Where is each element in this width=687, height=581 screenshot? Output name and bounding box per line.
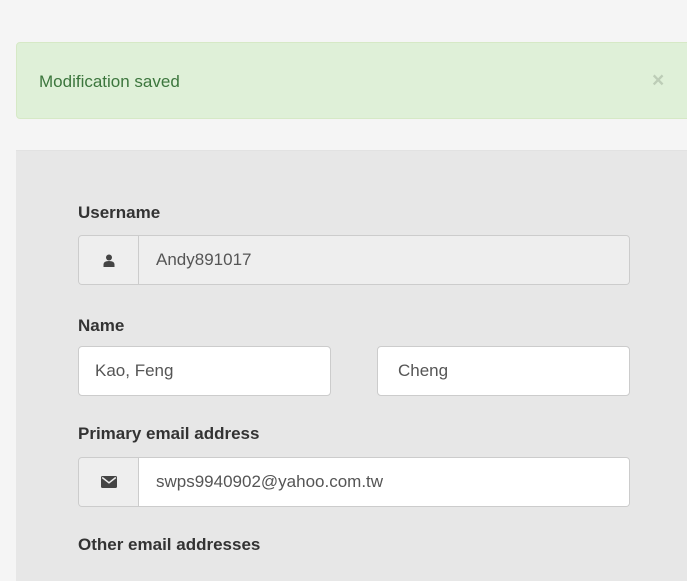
success-alert: Modification saved × [16,42,687,119]
envelope-icon-addon [79,458,139,506]
other-emails-label: Other email addresses [78,535,261,554]
close-icon[interactable]: × [652,70,664,91]
first-name-input[interactable]: Cheng [377,346,630,396]
envelope-icon [100,476,117,488]
username-input-group: Andy891017 [78,235,630,285]
last-name-input[interactable]: Kao, Feng [78,346,331,396]
primary-email-input-group: swps9940902@yahoo.com.tw [78,457,630,507]
user-icon [103,254,114,267]
name-label: Name [78,316,125,335]
user-icon-addon [79,236,139,284]
alert-message: Modification saved [39,72,180,91]
primary-email-label: Primary email address [78,424,260,443]
primary-email-input[interactable]: swps9940902@yahoo.com.tw [139,458,629,506]
username-field: Andy891017 [139,236,629,284]
username-label: Username [78,203,161,222]
profile-form-panel: Username Andy891017 Name Kao, Feng Cheng… [16,150,687,581]
